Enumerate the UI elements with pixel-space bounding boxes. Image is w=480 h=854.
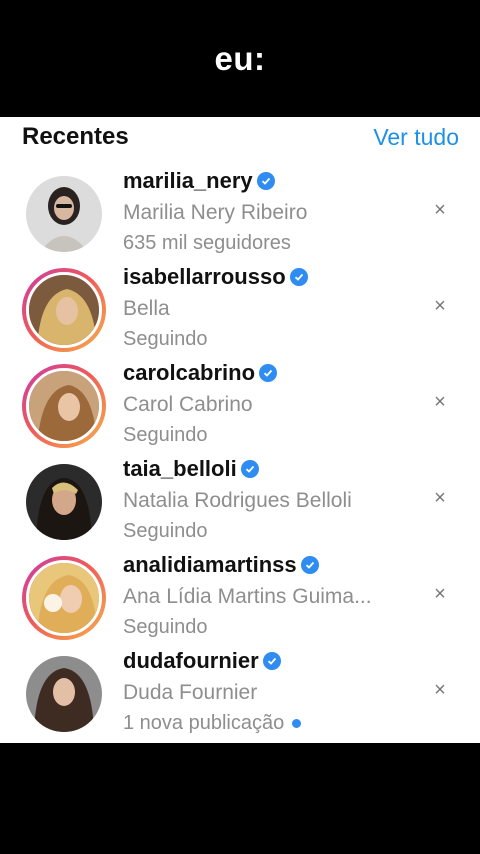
account-status: Seguindo <box>123 616 208 639</box>
account-status: Seguindo <box>123 520 208 543</box>
profile-photo <box>26 656 102 732</box>
recent-account-row[interactable]: marilia_nery Marilia Nery Ribeiro 635 mi… <box>0 168 480 264</box>
recent-header: Recentes Ver tudo <box>0 117 480 161</box>
username[interactable]: taia_belloli <box>123 456 259 482</box>
status-text: 635 mil seguidores <box>123 232 291 254</box>
close-icon[interactable]: × <box>432 200 448 220</box>
full-name: Ana Lídia Martins Guima... <box>123 585 372 608</box>
verified-badge-icon <box>300 556 319 574</box>
username[interactable]: analidiamartinss <box>123 552 319 578</box>
full-name: Natalia Rodrigues Belloli <box>123 489 352 512</box>
status-text: Seguindo <box>123 520 208 542</box>
profile-photo <box>26 464 102 540</box>
verified-badge-icon <box>289 268 308 286</box>
full-name: Bella <box>123 297 170 320</box>
recent-searches-panel: Recentes Ver tudo marilia_nery Marilia N… <box>0 117 480 743</box>
recent-title: Recentes <box>22 123 129 150</box>
see-all-link[interactable]: Ver tudo <box>373 124 459 151</box>
profile-photo <box>26 272 102 348</box>
close-icon[interactable]: × <box>432 680 448 700</box>
close-icon[interactable]: × <box>432 584 448 604</box>
full-name: Duda Fournier <box>123 681 258 704</box>
status-text: Seguindo <box>123 616 208 638</box>
avatar[interactable] <box>22 652 106 736</box>
recent-account-row[interactable]: analidiamartinss Ana Lídia Martins Guima… <box>0 552 480 648</box>
new-post-dot-icon <box>292 719 302 728</box>
avatar[interactable] <box>22 460 106 544</box>
full-name: Carol Cabrino <box>123 393 253 416</box>
username[interactable]: isabellarrousso <box>123 264 308 290</box>
recent-account-row[interactable]: taia_belloli Natalia Rodrigues Belloli S… <box>0 456 480 552</box>
recent-account-row[interactable]: isabellarrousso Bella Seguindo × <box>0 264 480 360</box>
recent-account-row[interactable]: dudafournier Duda Fournier 1 nova public… <box>0 648 480 743</box>
bottom-letterbox <box>0 743 480 854</box>
avatar-story-ring[interactable] <box>22 556 106 640</box>
account-status: Seguindo <box>123 328 208 351</box>
username-text: marilia_nery <box>123 168 253 193</box>
status-text: 1 nova publicação <box>123 712 285 734</box>
username-text: isabellarrousso <box>123 264 286 289</box>
username-text: analidiamartinss <box>123 552 297 577</box>
account-status: 1 nova publicação <box>123 712 302 735</box>
close-icon[interactable]: × <box>432 488 448 508</box>
profile-photo <box>26 560 102 636</box>
full-name: Marilia Nery Ribeiro <box>123 201 308 224</box>
close-icon[interactable]: × <box>432 296 448 316</box>
video-caption: eu: <box>214 39 266 77</box>
account-status: Seguindo <box>123 424 208 447</box>
verified-badge-icon <box>256 172 275 190</box>
account-status: 635 mil seguidores <box>123 232 291 255</box>
username-text: taia_belloli <box>123 456 237 481</box>
username[interactable]: dudafournier <box>123 648 281 674</box>
status-text: Seguindo <box>123 328 208 350</box>
avatar-story-ring[interactable] <box>22 268 106 352</box>
profile-photo <box>26 368 102 444</box>
avatar[interactable] <box>22 172 106 256</box>
status-text: Seguindo <box>123 424 208 446</box>
username-text: dudafournier <box>123 648 259 673</box>
verified-badge-icon <box>262 652 281 670</box>
avatar-story-ring[interactable] <box>22 364 106 448</box>
verified-badge-icon <box>240 460 259 478</box>
username[interactable]: marilia_nery <box>123 168 275 194</box>
close-icon[interactable]: × <box>432 392 448 412</box>
recent-account-row[interactable]: carolcabrino Carol Cabrino Seguindo × <box>0 360 480 456</box>
username[interactable]: carolcabrino <box>123 360 278 386</box>
profile-photo <box>26 176 102 252</box>
verified-badge-icon <box>259 364 278 382</box>
username-text: carolcabrino <box>123 360 256 385</box>
